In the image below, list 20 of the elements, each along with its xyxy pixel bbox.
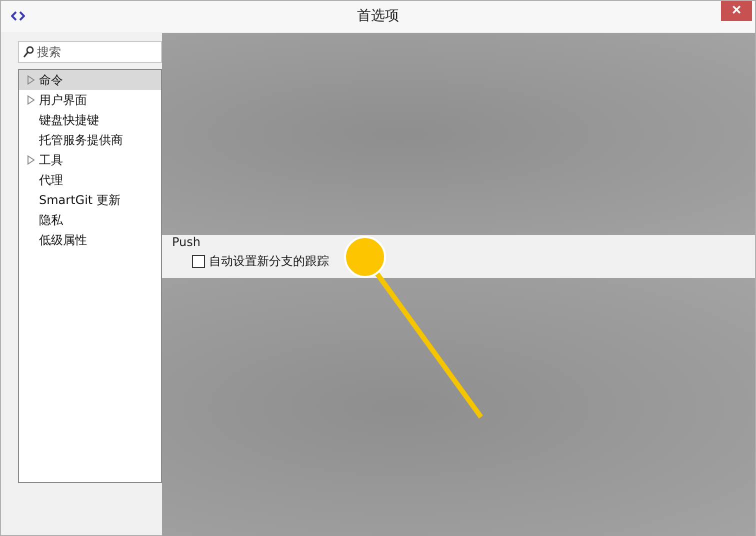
section-label: Push — [172, 235, 200, 250]
close-button[interactable]: × — [721, 1, 752, 21]
tree-item[interactable]: 代理 — [19, 170, 161, 190]
tree-item[interactable]: 工具 — [19, 150, 161, 170]
tree-item[interactable]: SmartGit 更新 — [19, 190, 161, 210]
expand-triangle-icon[interactable] — [27, 155, 35, 165]
checkbox-label: 自动设置新分支的跟踪 — [209, 253, 329, 270]
tree-item[interactable]: 低级属性 — [19, 230, 161, 250]
tree-item[interactable]: 隐私 — [19, 210, 161, 230]
window-title: 首选项 — [357, 7, 399, 25]
expand-triangle-icon[interactable] — [27, 75, 35, 85]
tree-item[interactable]: 命令 — [19, 70, 161, 90]
tree-item[interactable]: 用户界面 — [19, 90, 161, 110]
expand-triangle-icon[interactable] — [27, 95, 35, 105]
tree-item[interactable]: 键盘快捷键 — [19, 110, 161, 130]
search-field[interactable]: 搜索 — [18, 41, 162, 63]
search-icon — [23, 46, 34, 58]
tree-item[interactable]: 托管服务提供商 — [19, 130, 161, 150]
app-icon — [11, 9, 25, 23]
checkbox[interactable] — [192, 255, 205, 268]
